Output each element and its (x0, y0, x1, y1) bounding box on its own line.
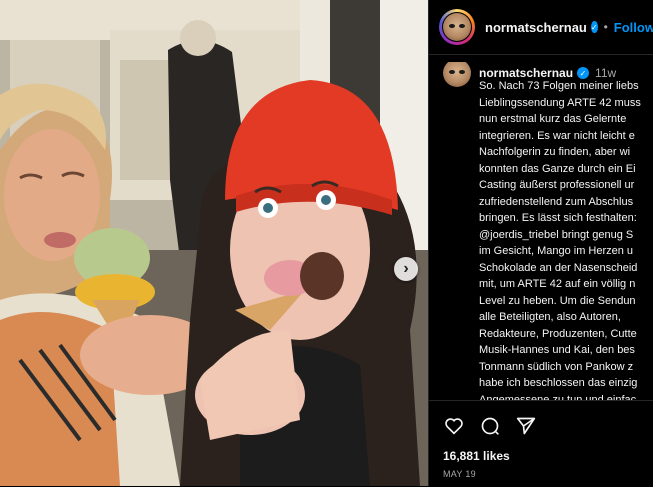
carousel-next-button[interactable]: › (394, 257, 418, 281)
caption-line: Nachfolgerin zu finden, aber wi (479, 146, 631, 158)
caption-line: im Gesicht, Mango im Herzen u (479, 245, 634, 257)
caption-avatar[interactable] (443, 62, 471, 87)
separator-dot: • (603, 20, 608, 34)
verified-badge-icon: ✓ (590, 21, 598, 33)
caption-line: integrieren. Es war nicht leicht e (479, 129, 635, 142)
post-date: MAY 19 (443, 469, 476, 479)
caption-line: mit, um ARTE 42 auf ein völlig n (479, 278, 636, 290)
caption-line: zufriedenstellend zum Abschlus (479, 195, 634, 208)
post-sidebar: normatschernau ✓ • Follow normatschernau… (428, 0, 653, 486)
profile-avatar (443, 13, 471, 41)
caption-line: Musik-Hannes und Kai, den bes (479, 344, 635, 356)
comment-icon[interactable] (479, 415, 501, 437)
caption-line: Level zu heben. Um die Sendun (479, 294, 636, 307)
caption-line: bringen. Es lässt sich festhalten: (479, 212, 637, 224)
caption-line: Lieblingssendung ARTE 42 muss (479, 96, 641, 109)
caption-line: habe ich beschlossen das einzig (479, 377, 638, 389)
caption-line: Schokolade an der Nasenscheid (479, 261, 638, 274)
follow-button[interactable]: Follow (614, 20, 653, 35)
post-actions: 16,881 likes MAY 19 (429, 400, 653, 487)
profile-avatar-ring[interactable] (439, 9, 475, 45)
like-count[interactable]: 16,881 likes (443, 449, 653, 463)
heart-icon[interactable] (443, 415, 465, 437)
post-photo[interactable]: › (0, 0, 428, 486)
caption-line: Tonmann südlich von Pankow z (479, 360, 634, 373)
username-link[interactable]: normatschernau (485, 20, 587, 35)
caption-line: nun erstmal kurz das Gelernte (479, 113, 627, 125)
chevron-right-icon: › (403, 260, 409, 277)
caption-line: @joerdis_triebel bringt genug S (479, 228, 634, 241)
caption-area: normatschernau ✓ 11w So. Nach 73 Folgen … (429, 62, 653, 400)
caption-line: So. Nach 73 Folgen meiner liebs (479, 80, 639, 92)
share-icon[interactable] (515, 415, 537, 437)
photo-illustration (0, 0, 428, 486)
caption-text: So. Nach 73 Folgen meiner liebs Lieblings… (479, 78, 653, 400)
caption-line: alle Beteiligten, also Autoren, (479, 311, 621, 323)
caption-line: Casting äußerst professionell ur (479, 179, 635, 191)
post-header: normatschernau ✓ • Follow (429, 0, 653, 55)
caption-line: Angemessene zu tun und einfac (479, 393, 637, 401)
caption-line: Redakteure, Produzenten, Cutte (479, 327, 637, 340)
caption-line: konnten das Ganze durch ein Ei (479, 162, 636, 175)
